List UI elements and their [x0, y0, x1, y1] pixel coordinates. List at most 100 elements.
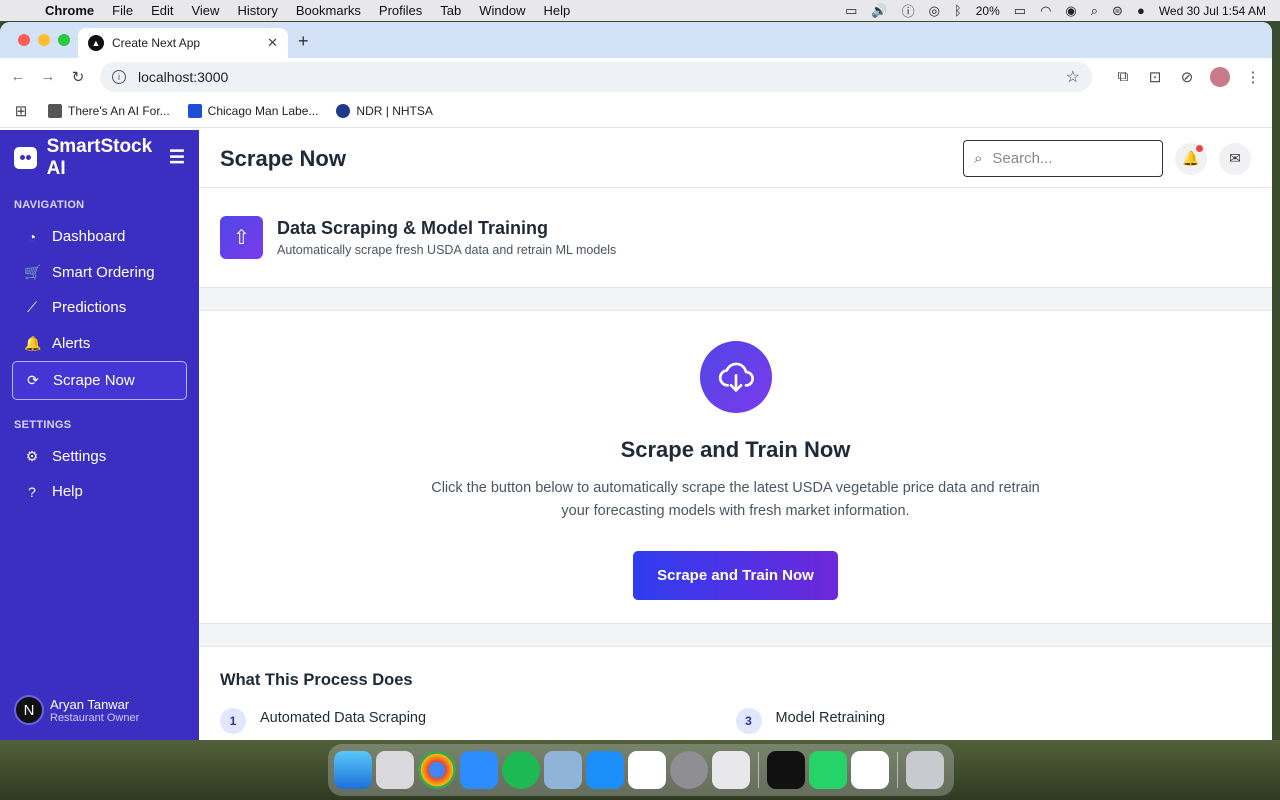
battery-icon[interactable]: ▭	[1014, 3, 1026, 19]
whatsapp-icon[interactable]	[809, 751, 847, 789]
wifi-icon[interactable]: ◠	[1040, 3, 1051, 19]
close-window-button[interactable]	[18, 34, 30, 46]
dashboard-icon: ◔	[27, 228, 37, 245]
bookmark-favicon-icon	[187, 104, 202, 118]
user-name: Aryan Tanwar	[50, 696, 130, 712]
address-bar[interactable]: i localhost:3000 ☆	[100, 61, 1092, 92]
bookmark-star-icon[interactable]: ☆	[1066, 67, 1080, 87]
more-menu-icon[interactable]: ⋮	[1244, 68, 1262, 86]
sidebar-item-label: Dashboard	[52, 228, 126, 245]
avatar: N	[14, 695, 44, 725]
dock-separator	[897, 752, 898, 788]
sidebar-item-predictions[interactable]: ⟋ Predictions	[12, 290, 187, 325]
menu-file[interactable]: File	[103, 3, 142, 18]
notion-icon[interactable]	[851, 751, 889, 789]
menu-profiles[interactable]: Profiles	[370, 3, 431, 18]
menubar-clock[interactable]: Wed 30 Jul 1:54 AM	[1159, 4, 1266, 18]
performance-icon[interactable]: ⊘	[1178, 68, 1196, 86]
dock-separator	[758, 752, 759, 788]
new-tab-icon[interactable]: +	[298, 31, 309, 52]
bookmark-item[interactable]: There's An AI For...	[48, 104, 170, 118]
search-input[interactable]	[992, 150, 1133, 167]
main-content: Scrape Now ⌕ 🔔 ✉ ⇧ Data Scraping & Model…	[199, 130, 1272, 740]
trash-icon[interactable]	[906, 751, 944, 789]
scrape-and-train-button[interactable]: Scrape and Train Now	[633, 551, 838, 600]
process-steps: 1 Automated Data Scraping 3 Model Retrai…	[220, 708, 1251, 734]
step-title: Model Retraining	[775, 710, 886, 726]
user-profile[interactable]: N Aryan Tanwar Restaurant Owner	[14, 695, 139, 725]
profile-avatar[interactable]	[1210, 66, 1230, 87]
brand: SmartStock AI ☰	[0, 130, 199, 185]
help-icon: ?	[28, 483, 36, 500]
notifications-button[interactable]: 🔔	[1175, 142, 1207, 175]
address-toolbar: ← → ↻ i localhost:3000 ☆ ⧉ ⊡ ⊘ ⋮	[0, 58, 1272, 95]
close-tab-icon[interactable]: ✕	[267, 35, 278, 51]
hamburger-menu-icon[interactable]: ☰	[169, 147, 185, 168]
control-center-icon[interactable]: ⊜	[1112, 3, 1123, 19]
sidebar-item-label: Predictions	[52, 299, 127, 316]
bell-icon: 🔔	[24, 334, 42, 351]
pencil-app-icon[interactable]	[712, 751, 750, 789]
airdrop-icon[interactable]: ◎	[929, 3, 940, 19]
launchpad-icon[interactable]	[376, 751, 414, 789]
volume-icon[interactable]: 🔊	[871, 3, 887, 19]
sidebar-item-scrape-now[interactable]: ⟳ Scrape Now	[12, 361, 187, 400]
notification-dot	[1196, 144, 1203, 152]
process-card: What This Process Does 1 Automated Data …	[199, 646, 1272, 740]
spotlight-icon[interactable]: ⌕	[1091, 3, 1098, 19]
menu-view[interactable]: View	[182, 3, 228, 18]
sidebar-item-help[interactable]: ? Help	[12, 474, 187, 509]
menu-tab[interactable]: Tab	[431, 3, 470, 18]
envelope-icon: ✉	[1229, 150, 1241, 166]
messages-button[interactable]: ✉	[1219, 142, 1251, 175]
sidebar-item-dashboard[interactable]: ◔ Dashboard	[12, 219, 187, 254]
sidebar-item-settings[interactable]: ⚙ Settings	[12, 439, 187, 474]
spotlight-music-icon[interactable]	[502, 751, 540, 789]
intro-title: Data Scraping & Model Training	[277, 218, 549, 238]
cart-icon: 🛒	[24, 263, 42, 280]
siri-icon[interactable]: ●	[1137, 3, 1145, 18]
zoom-icon[interactable]	[460, 751, 498, 789]
forward-icon[interactable]: →	[40, 68, 56, 85]
bookmark-item[interactable]: Chicago Man Labe...	[187, 104, 318, 118]
tab-search-icon[interactable]: ⊡	[1146, 68, 1164, 86]
search-box[interactable]: ⌕	[963, 140, 1163, 177]
menu-bookmarks[interactable]: Bookmarks	[287, 3, 370, 18]
sidebar-item-label: Smart Ordering	[52, 263, 155, 281]
minimize-window-button[interactable]	[38, 34, 50, 46]
process-title: What This Process Does	[220, 671, 413, 689]
back-icon[interactable]: ←	[10, 68, 26, 85]
menu-help[interactable]: Help	[535, 3, 580, 18]
chrome-icon[interactable]	[418, 751, 456, 789]
apps-grid-icon[interactable]: ⊞	[12, 102, 30, 120]
bookmark-item[interactable]: NDR | NHTSA	[336, 104, 433, 118]
preview-icon[interactable]	[544, 751, 582, 789]
accessibility-icon[interactable]: ⓘ	[902, 1, 915, 20]
refresh-icon: ⟳	[27, 372, 39, 388]
display-icon[interactable]: ▭	[845, 3, 857, 19]
extensions-icon[interactable]: ⧉	[1114, 68, 1132, 85]
intro-subtitle: Automatically scrape fresh USDA data and…	[277, 243, 617, 257]
reload-icon[interactable]: ↻	[70, 68, 86, 86]
bluetooth-icon[interactable]: ᛒ	[954, 3, 962, 18]
step-text: Model Retraining	[776, 708, 886, 726]
menu-edit[interactable]: Edit	[142, 3, 182, 18]
system-settings-icon[interactable]	[670, 751, 708, 789]
browser-tab[interactable]: ▲ Create Next App ✕	[78, 28, 288, 58]
menu-app-name[interactable]: Chrome	[36, 3, 103, 18]
user-icon[interactable]: ◉	[1065, 3, 1076, 19]
sidebar-item-smart-ordering[interactable]: 🛒 Smart Ordering	[12, 255, 187, 290]
calendar-icon[interactable]	[628, 751, 666, 789]
menu-history[interactable]: History	[228, 3, 286, 18]
sidebar: SmartStock AI ☰ NAVIGATION ◔ Dashboard 🛒 S…	[0, 130, 199, 740]
perplexity-icon[interactable]	[767, 751, 805, 789]
site-info-icon[interactable]: i	[112, 69, 126, 84]
nav-section-heading: NAVIGATION	[14, 199, 85, 211]
sidebar-item-alerts[interactable]: 🔔 Alerts	[12, 326, 187, 361]
menu-window[interactable]: Window	[470, 3, 534, 18]
window-controls	[18, 34, 70, 46]
finder-icon[interactable]	[334, 751, 372, 789]
app-store-icon[interactable]	[586, 751, 624, 789]
url-text[interactable]: localhost:3000	[138, 69, 228, 85]
zoom-window-button[interactable]	[58, 34, 70, 46]
